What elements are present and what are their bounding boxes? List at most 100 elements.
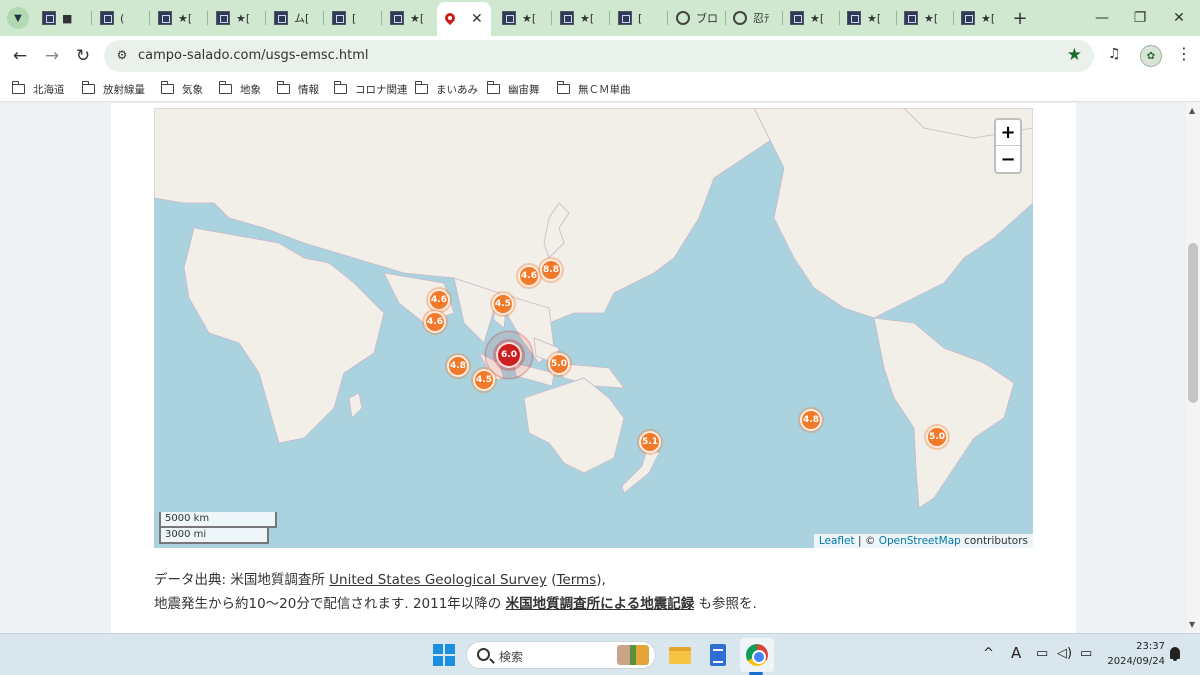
bookmark-folder[interactable]: 幽宙舞	[486, 81, 540, 97]
scroll-down-arrow-icon[interactable]: ▼	[1189, 620, 1195, 629]
browser-tab[interactable]: ★[	[210, 4, 266, 32]
bookmark-folder[interactable]: 放射線量	[81, 81, 145, 97]
network-icon[interactable]: ▭	[1036, 646, 1048, 661]
browser-tab[interactable]: ★[	[841, 4, 897, 32]
minimize-button[interactable]: —	[1090, 6, 1114, 30]
quake-marker[interactable]: 4.8	[447, 355, 469, 377]
quake-marker[interactable]: 5.1	[639, 431, 661, 453]
bookmark-folder[interactable]: 無ＣＭ単曲	[556, 81, 631, 97]
browser-tab[interactable]: ★[	[152, 4, 208, 32]
media-control-icon[interactable]: ♫	[1108, 46, 1121, 62]
bookmark-folder[interactable]: まいあみ	[414, 81, 478, 97]
tray-overflow-chevron-icon[interactable]: ^	[983, 646, 994, 661]
taskbar-clock[interactable]: 23:37 2024/09/24	[1103, 639, 1165, 669]
new-tab-button[interactable]: +	[1008, 6, 1032, 30]
scroll-up-arrow-icon[interactable]: ▲	[1189, 106, 1195, 115]
bookmark-folder[interactable]: コロナ関連	[333, 81, 408, 97]
globe-icon	[733, 11, 747, 25]
folder-icon	[276, 81, 290, 94]
browser-tab-active[interactable]: ✕	[437, 2, 491, 36]
browser-tab[interactable]: ★[	[784, 4, 840, 32]
browser-tab[interactable]: ■	[36, 4, 92, 32]
bookmarks-bar: 北海道 放射線量 気象 地象 情報 コロナ関連 まいあみ 幽宙舞 無ＣＭ単曲	[0, 76, 1200, 102]
site-favicon-icon	[502, 11, 516, 25]
close-window-button[interactable]: ✕	[1167, 6, 1191, 30]
browser-tab[interactable]: [	[326, 4, 382, 32]
browser-tab[interactable]: (	[94, 4, 150, 32]
quake-marker-strong[interactable]: 6.0	[496, 342, 522, 368]
quake-marker[interactable]: 4.5	[473, 369, 495, 391]
page-viewport: 4.6 8.8 4.6 4.5 4.6 6.0 4.8 5.0 4.5 5.1 …	[0, 103, 1186, 633]
terms-link[interactable]: Terms	[556, 572, 596, 588]
restore-button[interactable]: ❐	[1128, 6, 1152, 30]
notification-bell-icon[interactable]	[1170, 647, 1180, 661]
close-tab-icon[interactable]: ✕	[471, 11, 483, 27]
menu-kebab-icon[interactable]: ⋮	[1176, 44, 1192, 63]
chrome-button[interactable]	[743, 641, 771, 669]
chevron-down-icon: ▼	[14, 12, 22, 24]
browser-tab[interactable]: 忍ﾃ	[727, 4, 783, 32]
source-line-1: データ出典: 米国地質調査所 United States Geological …	[154, 572, 606, 588]
quake-marker[interactable]: 4.8	[800, 409, 822, 431]
quake-marker[interactable]: 5.0	[548, 353, 570, 375]
quake-marker[interactable]: 4.6	[428, 289, 450, 311]
quake-marker[interactable]: 4.5	[492, 293, 514, 315]
folder-icon	[414, 81, 428, 94]
bookmark-folder[interactable]: 情報	[276, 81, 319, 97]
site-favicon-icon	[100, 11, 114, 25]
map-pin-icon	[445, 13, 455, 26]
battery-icon[interactable]: ▭	[1080, 646, 1092, 661]
tab-search-dropdown[interactable]: ▼	[7, 7, 29, 29]
site-favicon-icon	[847, 11, 861, 25]
scrollbar-thumb[interactable]	[1188, 243, 1198, 403]
browser-tab[interactable]: ム[	[268, 4, 324, 32]
world-map-tiles	[154, 108, 1033, 548]
bookmark-folder[interactable]: 北海道	[11, 81, 65, 97]
browser-tab[interactable]: ブロ	[670, 4, 726, 32]
quake-marker[interactable]: 8.8	[540, 259, 562, 281]
site-favicon-icon	[961, 11, 975, 25]
zoom-out-button[interactable]: −	[996, 146, 1020, 172]
browser-tab[interactable]: ★[	[384, 4, 436, 32]
zoom-in-button[interactable]: +	[996, 120, 1020, 146]
bookmark-folder[interactable]: 気象	[160, 81, 203, 97]
browser-tab[interactable]: [	[612, 4, 668, 32]
osm-link[interactable]: OpenStreetMap	[879, 535, 961, 547]
map-attribution: Leaflet | © OpenStreetMap contributors	[813, 534, 1033, 548]
browser-tab[interactable]: ★[	[554, 4, 610, 32]
volume-icon[interactable]: ◁)	[1057, 646, 1072, 661]
info-icon	[676, 11, 690, 25]
bookmark-star-icon[interactable]: ★	[1067, 45, 1082, 65]
chrome-icon	[746, 644, 768, 666]
start-button[interactable]	[433, 644, 455, 666]
notepad-icon	[710, 644, 726, 666]
folder-icon	[333, 81, 347, 94]
leaflet-link[interactable]: Leaflet	[819, 535, 855, 547]
address-bar[interactable]: ⚙ campo-salado.com/usgs-emsc.html ★	[104, 40, 1094, 72]
forward-button[interactable]: →	[40, 44, 64, 68]
bookmark-folder[interactable]: 地象	[218, 81, 261, 97]
browser-tab[interactable]: ★[	[496, 4, 552, 32]
quake-marker[interactable]: 5.0	[926, 426, 948, 448]
url-text[interactable]: campo-salado.com/usgs-emsc.html	[138, 48, 369, 63]
notepad-button[interactable]	[704, 641, 732, 669]
profile-avatar[interactable]: ✿	[1140, 45, 1162, 67]
usgs-link[interactable]: United States Geological Survey	[329, 572, 547, 588]
browser-toolbar: ← → ↻ ⚙ campo-salado.com/usgs-emsc.html …	[0, 36, 1200, 76]
site-info-icon[interactable]: ⚙	[114, 48, 130, 64]
vertical-scrollbar[interactable]: ▲ ▼	[1186, 103, 1200, 633]
file-explorer-button[interactable]	[666, 641, 694, 669]
browser-tab[interactable]: ★[	[955, 4, 1009, 32]
quake-marker[interactable]: 4.6	[424, 311, 446, 333]
search-icon	[477, 648, 490, 661]
back-button[interactable]: ←	[8, 44, 32, 68]
folder-icon	[11, 81, 25, 94]
usgs-records-link[interactable]: 米国地質調査所による地震記録	[506, 596, 695, 612]
taskbar-search[interactable]: 検索	[466, 641, 656, 669]
reload-button[interactable]: ↻	[71, 44, 95, 68]
ime-indicator[interactable]: A	[1011, 644, 1021, 662]
quake-marker[interactable]: 4.6	[518, 265, 540, 287]
earthquake-map[interactable]: 4.6 8.8 4.6 4.5 4.6 6.0 4.8 5.0 4.5 5.1 …	[154, 108, 1033, 548]
site-favicon-icon	[42, 11, 56, 25]
browser-tab[interactable]: ★[	[898, 4, 954, 32]
